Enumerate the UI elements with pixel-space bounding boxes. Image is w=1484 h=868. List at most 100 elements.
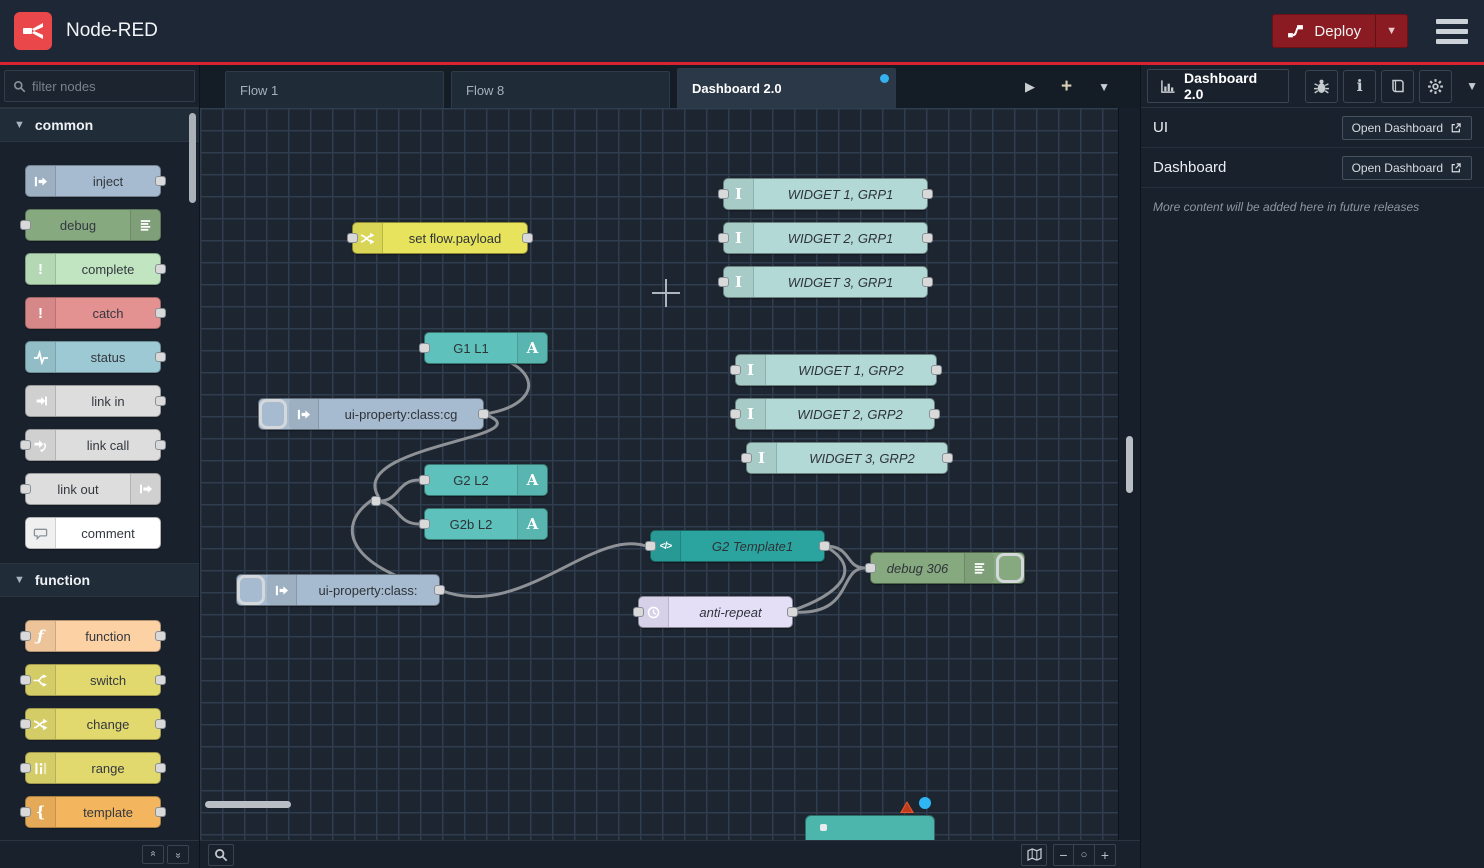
wire-junction[interactable] [371, 496, 381, 506]
input-port[interactable] [419, 343, 430, 353]
flow-node-ui-property-class-cg[interactable]: ui-property:class:cg [258, 398, 484, 430]
expand-all-categories-button[interactable]: » [167, 845, 189, 864]
output-port[interactable] [819, 541, 830, 551]
flow-list-caret[interactable]: ▼ [1098, 80, 1110, 94]
input-port[interactable] [20, 631, 31, 641]
output-port[interactable] [787, 607, 798, 617]
output-port[interactable] [522, 233, 533, 243]
palette-node-catch[interactable]: !catch [25, 297, 161, 329]
palette-node-function[interactable]: ƒfunction [25, 620, 161, 652]
deploy-options-caret[interactable]: ▼ [1375, 15, 1407, 47]
sidebar-tabs-caret[interactable]: ▼ [1466, 79, 1478, 93]
zoom-reset-button[interactable]: ○ [1074, 844, 1095, 866]
inject-trigger-button[interactable] [237, 575, 265, 605]
palette-node-range[interactable]: range [25, 752, 161, 784]
flow-node-g2-template1[interactable]: </>G2 Template1 [650, 530, 825, 562]
palette-node-inject[interactable]: inject [25, 165, 161, 197]
output-port[interactable] [478, 409, 489, 419]
output-port[interactable] [922, 277, 933, 287]
input-port[interactable] [20, 440, 31, 450]
flow-node-anti-repeat[interactable]: anti-repeat [638, 596, 793, 628]
output-port[interactable] [155, 807, 166, 817]
navigator-map-button[interactable] [1021, 844, 1047, 866]
add-flow-button[interactable]: + [1061, 76, 1072, 98]
flow-node-ui-property-class[interactable]: ui-property:class: [236, 574, 440, 606]
palette-node-complete[interactable]: !complete [25, 253, 161, 285]
input-port[interactable] [20, 675, 31, 685]
output-port[interactable] [929, 409, 940, 419]
input-port[interactable] [20, 807, 31, 817]
flow-node-clipped[interactable] [805, 815, 935, 840]
sidebar-tab-dashboard[interactable]: Dashboard 2.0 [1147, 69, 1289, 103]
input-port[interactable] [718, 189, 729, 199]
open-dashboard-button[interactable]: Open Dashboard [1342, 116, 1472, 140]
wire[interactable] [793, 568, 865, 612]
palette-node-switch[interactable]: switch [25, 664, 161, 696]
flow-node-widget-1-grp2[interactable]: IWIDGET 1, GRP2 [735, 354, 937, 386]
input-port[interactable] [645, 541, 656, 551]
gear-button[interactable] [1419, 70, 1452, 103]
palette-scrollbar[interactable] [189, 113, 196, 203]
output-port[interactable] [931, 365, 942, 375]
input-port[interactable] [865, 563, 876, 573]
output-port[interactable] [922, 233, 933, 243]
canvas-horizontal-scrollbar[interactable] [205, 801, 291, 808]
flow-tab-dashboard-2-0[interactable]: Dashboard 2.0 [677, 68, 896, 108]
flow-node-g2-l2[interactable]: G2 L2A [424, 464, 548, 496]
input-port[interactable] [20, 719, 31, 729]
input-port[interactable] [419, 519, 430, 529]
input-port[interactable] [20, 763, 31, 773]
palette-node-debug[interactable]: debug [25, 209, 161, 241]
bug-button[interactable] [1305, 70, 1338, 103]
input-port[interactable] [419, 475, 430, 485]
canvas-search-button[interactable] [208, 844, 234, 866]
wire[interactable] [376, 480, 419, 501]
palette-node-comment[interactable]: comment [25, 517, 161, 549]
output-port[interactable] [434, 585, 445, 595]
output-port[interactable] [155, 264, 166, 274]
flow-canvas[interactable]: set flow.payload IWIDGET 1, GRP1 IWIDGET 2… [200, 108, 1118, 840]
palette-node-change[interactable]: change [25, 708, 161, 740]
input-port[interactable] [730, 409, 741, 419]
input-port[interactable] [741, 453, 752, 463]
flow-node-widget-1-grp1[interactable]: IWIDGET 1, GRP1 [723, 178, 928, 210]
inject-trigger-button[interactable] [259, 399, 287, 429]
output-port[interactable] [922, 189, 933, 199]
deploy-button[interactable]: Deploy ▼ [1272, 14, 1408, 48]
output-port[interactable] [155, 352, 166, 362]
flow-tab-flow-8[interactable]: Flow 8 [451, 71, 670, 108]
flow-tab-flow-1[interactable]: Flow 1 [225, 71, 444, 108]
output-port[interactable] [155, 719, 166, 729]
flow-node-g2b-l2[interactable]: G2b L2A [424, 508, 548, 540]
flow-node-widget-3-grp1[interactable]: IWIDGET 3, GRP1 [723, 266, 928, 298]
category-header-common[interactable]: ▼common [0, 108, 199, 142]
main-menu-button[interactable] [1434, 15, 1470, 48]
input-port[interactable] [20, 484, 31, 494]
flow-node-widget-2-grp2[interactable]: IWIDGET 2, GRP2 [735, 398, 935, 430]
palette-node-link-out[interactable]: link out [25, 473, 161, 505]
flow-node-g1-l1[interactable]: G1 L1A [424, 332, 548, 364]
output-port[interactable] [155, 440, 166, 450]
output-port[interactable] [155, 308, 166, 318]
input-port[interactable] [20, 220, 31, 230]
flow-node-widget-3-grp2[interactable]: IWIDGET 3, GRP2 [746, 442, 948, 474]
flow-node-widget-2-grp1[interactable]: IWIDGET 2, GRP1 [723, 222, 928, 254]
category-header-function[interactable]: ▼function [0, 563, 199, 597]
collapse-all-categories-button[interactable]: » [142, 845, 164, 864]
input-port[interactable] [730, 365, 741, 375]
palette-node-link-in[interactable]: link in [25, 385, 161, 417]
canvas-vertical-scrollbar[interactable] [1126, 436, 1133, 493]
info-button[interactable]: i [1343, 70, 1376, 103]
input-port[interactable] [718, 233, 729, 243]
output-port[interactable] [155, 763, 166, 773]
output-port[interactable] [155, 675, 166, 685]
output-port[interactable] [155, 631, 166, 641]
flow-node-debug-306[interactable]: debug 306 [870, 552, 1025, 584]
filter-nodes-input[interactable] [32, 79, 182, 94]
palette-node-template[interactable]: {template [25, 796, 161, 828]
input-port[interactable] [718, 277, 729, 287]
wire[interactable] [825, 546, 865, 568]
flow-node-set-flow-payload[interactable]: set flow.payload [352, 222, 528, 254]
palette-node-link-call[interactable]: link call [25, 429, 161, 461]
zoom-in-button[interactable]: + [1095, 844, 1116, 866]
